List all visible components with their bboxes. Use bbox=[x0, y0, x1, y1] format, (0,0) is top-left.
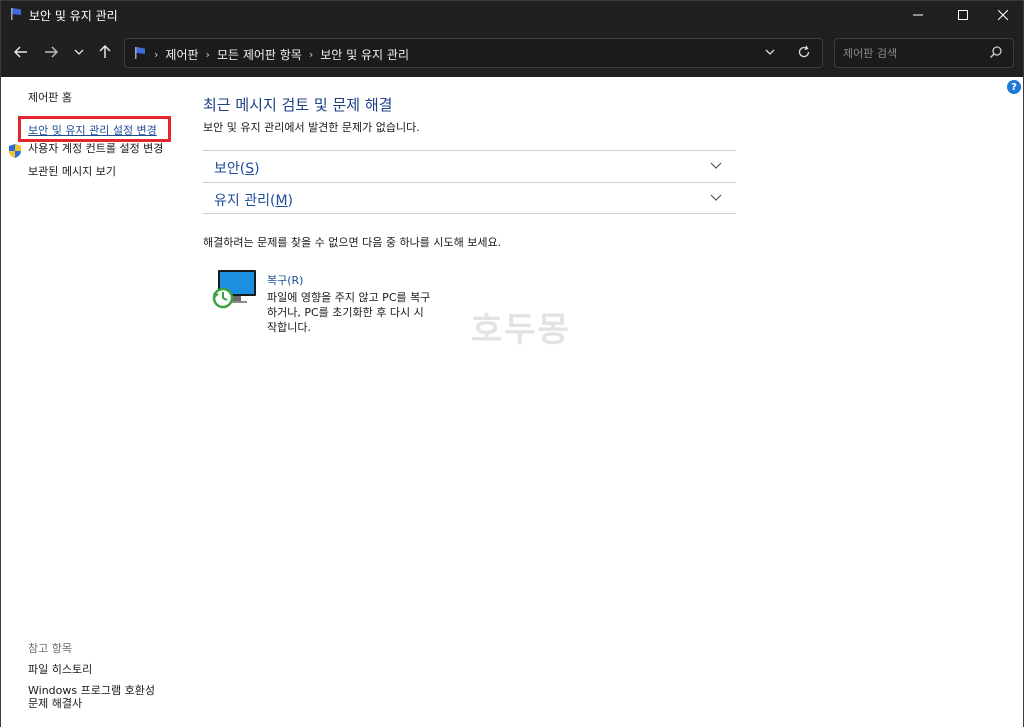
watermark: 호두몽 bbox=[471, 310, 571, 350]
file-history-link[interactable]: 파일 히스토리 bbox=[28, 661, 92, 677]
recovery-description: 파일에 영향을 주지 않고 PC를 복구 하거나, PC를 초기화한 후 다시 … bbox=[267, 290, 447, 335]
control-panel-home-link[interactable]: 제어판 홈 bbox=[28, 89, 72, 105]
recovery-monitor-icon[interactable] bbox=[211, 269, 259, 314]
security-section-label-end: ) bbox=[254, 161, 260, 177]
breadcrumb-security-maintenance[interactable]: 보안 및 유지 관리 bbox=[320, 46, 409, 63]
address-dropdown-chevron-icon[interactable] bbox=[765, 45, 775, 62]
recovery-desc-line: 작합니다. bbox=[267, 321, 311, 334]
maintenance-section-label: 유지 관리( bbox=[214, 193, 276, 209]
maintenance-accel-key: M bbox=[275, 193, 288, 209]
control-panel-flag-icon bbox=[133, 46, 147, 63]
address-bar[interactable]: › 제어판 › 모든 제어판 항목 › 보안 및 유지 관리 bbox=[124, 38, 823, 68]
search-input[interactable] bbox=[843, 45, 983, 61]
breadcrumb-separator-icon[interactable]: › bbox=[309, 48, 313, 61]
expand-chevron-icon[interactable] bbox=[710, 159, 722, 174]
page-title: 최근 메시지 검토 및 문제 해결 bbox=[203, 96, 393, 114]
status-message: 보안 및 유지 관리에서 발견한 문제가 없습니다. bbox=[203, 121, 420, 134]
maintenance-section-label-end: ) bbox=[287, 193, 293, 209]
breadcrumb-separator-icon[interactable]: › bbox=[206, 48, 210, 61]
security-section-header[interactable]: 보안(S) bbox=[203, 150, 736, 182]
back-arrow-icon[interactable] bbox=[10, 41, 32, 63]
try-options-text: 해결하려는 문제를 찾을 수 없으면 다음 중 하나를 시도해 보세요. bbox=[203, 236, 502, 249]
minimize-button[interactable] bbox=[895, 1, 941, 29]
troubleshooter-link[interactable]: 문제 해결사 bbox=[28, 695, 82, 711]
change-uac-settings-link[interactable]: 사용자 계정 컨트롤 설정 변경 bbox=[28, 140, 163, 156]
up-arrow-icon[interactable] bbox=[94, 41, 116, 63]
close-button[interactable] bbox=[980, 1, 1024, 29]
title-bar: 보안 및 유지 관리 bbox=[1, 1, 1023, 29]
breadcrumb-separator-icon[interactable]: › bbox=[154, 48, 158, 61]
content-area: ? 제어판 홈 보안 및 유지 관리 설정 변경 사용자 계정 컨트롤 설정 변… bbox=[1, 77, 1023, 727]
breadcrumb-all-items[interactable]: 모든 제어판 항목 bbox=[217, 46, 302, 63]
view-archived-messages-link[interactable]: 보관된 메시지 보기 bbox=[28, 163, 116, 179]
refresh-icon[interactable] bbox=[797, 45, 811, 62]
security-accel-key: S bbox=[245, 161, 255, 177]
maintenance-section-header[interactable]: 유지 관리(M) bbox=[203, 182, 736, 214]
navigation-bar: › 제어판 › 모든 제어판 항목 › 보안 및 유지 관리 bbox=[1, 29, 1023, 77]
search-box[interactable] bbox=[834, 38, 1014, 68]
recovery-desc-line: 파일에 영향을 주지 않고 PC를 복구 bbox=[267, 291, 431, 304]
breadcrumb-control-panel[interactable]: 제어판 bbox=[165, 46, 198, 63]
control-panel-window: 보안 및 유지 관리 › 제어판 › 모든 제어판 항목 › 보안 및 유지 관… bbox=[0, 0, 1024, 727]
window-title: 보안 및 유지 관리 bbox=[29, 9, 118, 23]
see-also-header: 참고 항목 bbox=[28, 642, 72, 655]
recent-locations-chevron-icon[interactable] bbox=[68, 41, 90, 63]
change-security-maintenance-settings-link[interactable]: 보안 및 유지 관리 설정 변경 bbox=[28, 122, 157, 138]
search-icon[interactable] bbox=[989, 45, 1003, 62]
uac-shield-icon bbox=[7, 143, 23, 162]
security-section-label: 보안( bbox=[214, 161, 246, 177]
expand-chevron-icon[interactable] bbox=[710, 191, 722, 206]
forward-arrow-icon[interactable] bbox=[40, 41, 62, 63]
recovery-desc-line: 하거나, PC를 초기화한 후 다시 시 bbox=[267, 306, 424, 319]
help-icon[interactable]: ? bbox=[1007, 80, 1021, 94]
control-panel-flag-icon bbox=[9, 7, 23, 21]
recovery-link[interactable]: 복구(R) bbox=[267, 272, 303, 288]
